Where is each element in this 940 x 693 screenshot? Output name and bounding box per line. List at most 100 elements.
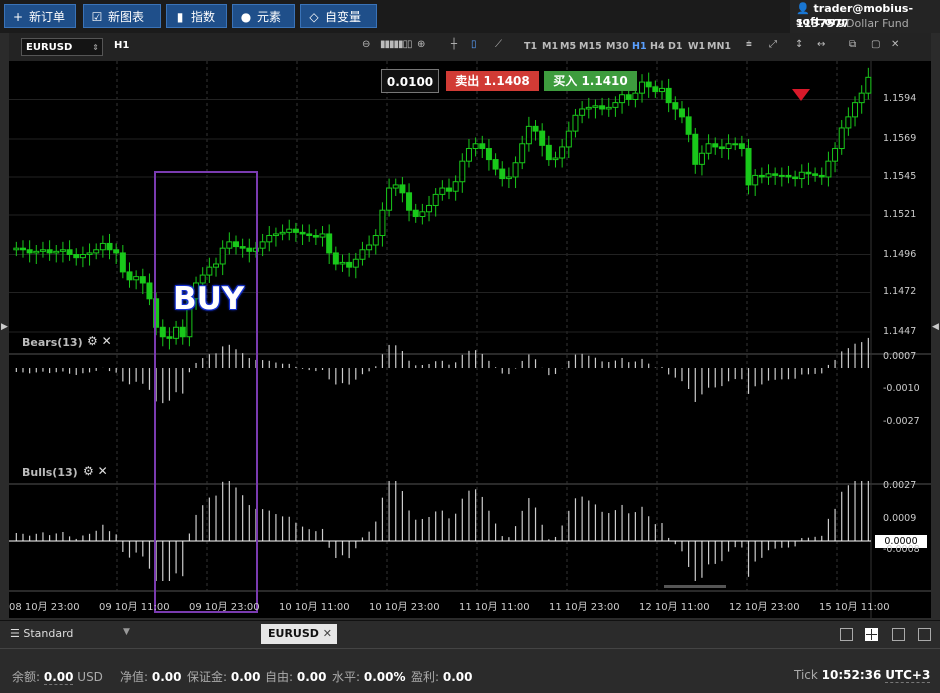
candle-body bbox=[525, 125, 532, 145]
candle-body bbox=[512, 162, 519, 178]
left-panel-arrow-icon[interactable]: ▶ bbox=[1, 322, 8, 332]
timeframe-m1[interactable]: M1 bbox=[542, 41, 558, 52]
candle-body bbox=[259, 241, 266, 249]
line-type-icon[interactable]: ⟋ bbox=[495, 39, 502, 50]
zoom-out-icon[interactable]: ⊖ bbox=[362, 39, 370, 50]
maximize-icon[interactable]: ▢ bbox=[871, 39, 880, 50]
candle-body bbox=[386, 187, 393, 211]
chart-grid bbox=[9, 61, 931, 618]
buy-annotation-text: BUY bbox=[173, 281, 245, 317]
price-axis-label: 1.1521 bbox=[883, 208, 917, 220]
close-icon[interactable]: ✕ bbox=[891, 39, 899, 50]
profit: 盈利: 0.00 bbox=[411, 670, 473, 684]
account-fund: Dollar Fund bbox=[846, 17, 909, 30]
candle-body bbox=[605, 106, 612, 110]
timeframe-d1[interactable]: D1 bbox=[668, 41, 683, 52]
zoom-in-icon[interactable]: ⊕ bbox=[417, 39, 425, 50]
candle-body bbox=[765, 173, 772, 178]
layout-single-icon[interactable] bbox=[840, 628, 853, 641]
sell-button[interactable]: 卖出 1.1408 bbox=[446, 71, 539, 91]
timeframe-m5[interactable]: M5 bbox=[560, 41, 576, 52]
variables-button[interactable]: ◇ 自变量 bbox=[300, 4, 377, 28]
candle-body bbox=[352, 258, 359, 268]
candle-type-icon[interactable]: ▯ bbox=[471, 39, 477, 50]
close-icon[interactable]: ✕ bbox=[323, 624, 332, 644]
candle-body bbox=[692, 133, 699, 165]
updown-icon: ⇕ bbox=[92, 43, 99, 52]
timeframe-w1[interactable]: W1 bbox=[688, 41, 705, 52]
candle-body bbox=[213, 263, 220, 268]
right-panel-arrow-icon[interactable]: ◀ bbox=[932, 322, 939, 332]
buy-button[interactable]: 买入 1.1410 bbox=[544, 71, 637, 91]
timeframe-m15[interactable]: M15 bbox=[579, 41, 602, 52]
time-axis-label: 12 10月 11:00 bbox=[639, 602, 710, 613]
hline-tool-icon[interactable]: ⩧ bbox=[746, 39, 752, 50]
timeframe-h4[interactable]: H4 bbox=[650, 41, 665, 52]
price-axis-label: 1.1594 bbox=[883, 93, 917, 105]
range-tool-icon[interactable]: ↔ bbox=[817, 39, 825, 50]
elements-button[interactable]: ● 元素 bbox=[232, 4, 295, 28]
time-axis-label: 11 10月 11:00 bbox=[459, 602, 530, 613]
candle-body bbox=[732, 143, 739, 146]
indicators-button[interactable]: ▮ 指数 bbox=[166, 4, 227, 28]
price-axis-label: 1.1447 bbox=[883, 326, 917, 338]
layout-rows-icon[interactable] bbox=[918, 628, 931, 641]
detach-icon[interactable]: ⧉ bbox=[849, 39, 856, 50]
chart-window[interactable]: EURUSD ⇕ H1 ⊖ ▮▮▮▮▮▯▯ ⊕ ┼ ▯ ⟋ T1 M1 M5 M15 M3… bbox=[9, 33, 931, 618]
vline-tool-icon[interactable]: ↕ bbox=[795, 39, 803, 50]
candle-body bbox=[725, 143, 732, 150]
chevron-down-icon[interactable]: ▼ bbox=[123, 627, 130, 637]
chart-canvas[interactable] bbox=[9, 61, 931, 618]
candle-body bbox=[532, 125, 539, 132]
candle-body bbox=[346, 261, 353, 268]
gear-icon[interactable]: ⚙ bbox=[87, 334, 98, 348]
candle-body bbox=[93, 249, 100, 254]
new-order-button[interactable]: + 新订单 bbox=[4, 4, 76, 28]
server-time: Tick 10:52:36 UTC+3 bbox=[794, 668, 931, 683]
zoom-slider[interactable]: ▮▮▮▮▮▯▯ bbox=[380, 39, 413, 50]
tab-eurusd[interactable]: EURUSD ✕ bbox=[261, 624, 337, 644]
candle-body bbox=[599, 105, 606, 110]
layout-columns-icon[interactable] bbox=[892, 628, 905, 641]
timeframe-t1[interactable]: T1 bbox=[524, 41, 537, 52]
candle-body bbox=[66, 249, 73, 256]
lot-input[interactable]: 0.0100 bbox=[381, 69, 439, 93]
candle-body bbox=[832, 148, 839, 162]
layout-grid-icon[interactable] bbox=[865, 628, 878, 641]
candle-body bbox=[379, 209, 386, 237]
time-axis-label: 09 10月 11:00 bbox=[99, 602, 170, 613]
timeframe-mn1[interactable]: MN1 bbox=[707, 41, 731, 52]
candle-body bbox=[479, 143, 486, 150]
candle-body bbox=[319, 233, 326, 238]
account-panel[interactable]: 👤 trader@mobius-soft.org 1137577 Dollar … bbox=[790, 0, 940, 33]
timeframe-m30[interactable]: M30 bbox=[606, 41, 629, 52]
candle-body bbox=[219, 247, 226, 265]
bar-type-icon[interactable]: ┼ bbox=[451, 39, 457, 50]
timeframe-h1[interactable]: H1 bbox=[632, 41, 647, 52]
price-axis-label: 1.1569 bbox=[883, 133, 917, 145]
candle-body bbox=[146, 282, 153, 300]
candle-body bbox=[173, 326, 180, 339]
candle-body bbox=[79, 254, 86, 259]
candle-body bbox=[439, 187, 446, 195]
bears-title: Bears(13) bbox=[22, 336, 83, 349]
candle-body bbox=[459, 160, 466, 183]
candle-body bbox=[545, 144, 552, 161]
template-select[interactable]: ☰ Standard bbox=[10, 627, 73, 640]
candle-body bbox=[372, 235, 379, 246]
symbol-select[interactable]: EURUSD ⇕ bbox=[21, 38, 103, 56]
new-chart-button[interactable]: ☑ 新图表 bbox=[83, 4, 161, 28]
candle-body bbox=[492, 159, 499, 170]
user-icon: 👤 bbox=[796, 2, 810, 15]
candle-body bbox=[539, 130, 546, 146]
candle-body bbox=[619, 94, 626, 104]
candle-body bbox=[46, 249, 53, 254]
bulls-title: Bulls(13) bbox=[22, 466, 78, 479]
gear-icon[interactable]: ⚙ bbox=[83, 464, 94, 478]
close-icon[interactable]: ✕ bbox=[102, 334, 112, 348]
trendline-tool-icon[interactable]: ⤢ bbox=[769, 39, 777, 50]
candle-body bbox=[678, 108, 685, 118]
time-axis-label: 09 10月 23:00 bbox=[189, 602, 260, 613]
close-icon[interactable]: ✕ bbox=[98, 464, 108, 478]
shapes-icon: ● bbox=[240, 10, 252, 24]
